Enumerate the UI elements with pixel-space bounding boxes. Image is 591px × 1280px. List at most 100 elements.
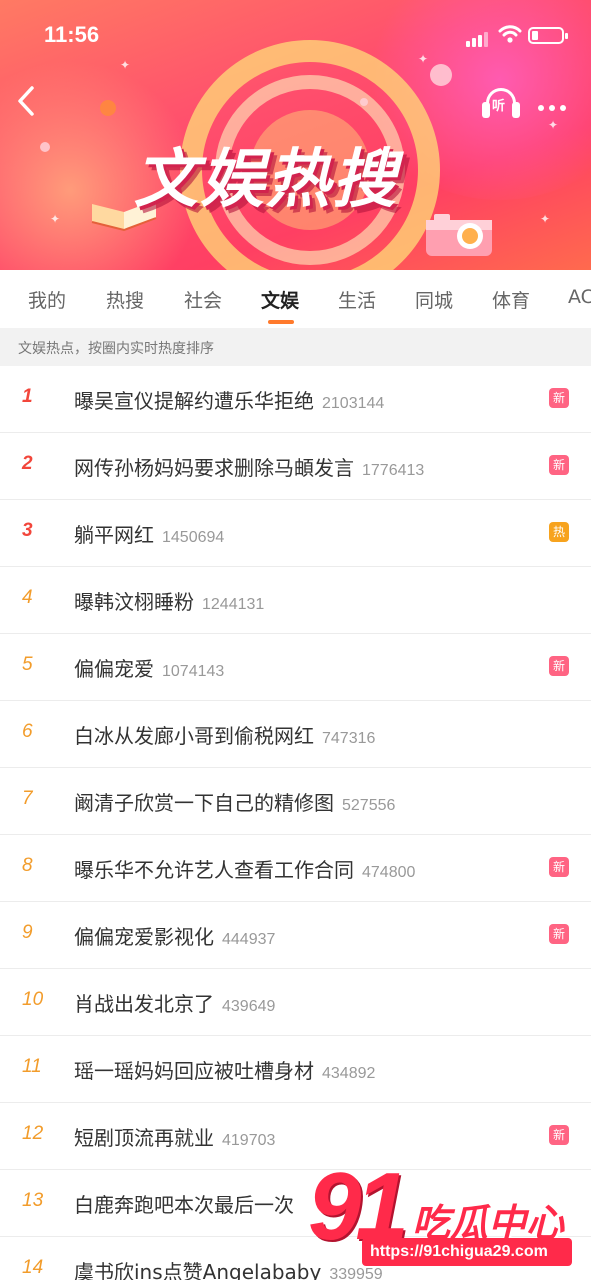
item-text: 曝吴宣仪提解约遭乐华拒绝 2103144 xyxy=(74,385,384,414)
list-item[interactable]: 1 曝吴宣仪提解约遭乐华拒绝 2103144 新 xyxy=(0,366,591,433)
item-title: 曝乐华不允许艺人查看工作合同 xyxy=(74,858,354,882)
rank-number: 1 xyxy=(22,386,33,407)
listen-button[interactable]: 听 xyxy=(482,86,520,120)
tab-mine[interactable]: 我的 xyxy=(28,286,66,313)
hot-badge: 热 xyxy=(549,522,569,542)
list-description: 文娱热点，按圈内实时热度排序 xyxy=(18,341,214,357)
item-title: 网传孙杨妈妈要求删除马頔发言 xyxy=(74,456,354,480)
list-item[interactable]: 4 曝韩汶栩睡粉 1244131 xyxy=(0,567,591,634)
banner-title: 文娱热搜 xyxy=(134,143,398,217)
new-badge: 新 xyxy=(549,857,569,877)
more-dots-icon xyxy=(538,105,544,111)
wifi-icon xyxy=(498,25,522,43)
new-badge: 新 xyxy=(549,924,569,944)
new-badge: 新 xyxy=(549,388,569,408)
new-badge: 新 xyxy=(549,455,569,475)
more-options-button[interactable] xyxy=(538,96,572,111)
rank-number: 14 xyxy=(22,1257,44,1278)
item-text: 白冰从发廊小哥到偷税网红 747316 xyxy=(74,720,375,749)
item-heat-count: 474800 xyxy=(362,864,416,881)
tab-society[interactable]: 社会 xyxy=(184,286,222,313)
item-title: 躺平网红 xyxy=(74,523,154,547)
item-title: 曝韩汶栩睡粉 xyxy=(74,590,194,614)
sparkle-icon: ✦ xyxy=(50,212,61,226)
camera-icon xyxy=(426,214,492,256)
rank-number: 5 xyxy=(22,654,33,675)
new-badge: 新 xyxy=(549,1125,569,1145)
item-heat-count: 747316 xyxy=(322,730,376,747)
item-heat-count: 1244131 xyxy=(202,596,265,613)
item-text: 瑶一瑶妈妈回应被吐槽身材 434892 xyxy=(74,1055,375,1084)
item-title: 偏偏宠爱 xyxy=(74,657,154,681)
rank-number: 12 xyxy=(22,1123,44,1144)
rank-number: 10 xyxy=(22,989,44,1010)
rank-number: 9 xyxy=(22,922,33,943)
banner-dot xyxy=(100,100,116,116)
battery-icon xyxy=(528,27,568,44)
item-title: 白冰从发廊小哥到偷税网红 xyxy=(74,724,314,748)
list-item[interactable]: 5 偏偏宠爱 1074143 新 xyxy=(0,634,591,701)
rank-number: 3 xyxy=(22,520,33,541)
sparkle-icon: ✦ xyxy=(540,212,551,226)
back-button[interactable] xyxy=(12,84,42,118)
category-tabs: 我的 热搜 社会 文娱 生活 同城 体育 AC xyxy=(0,270,591,328)
item-text: 躺平网红 1450694 xyxy=(74,519,224,548)
item-heat-count: 2103144 xyxy=(322,395,385,412)
list-item[interactable]: 8 曝乐华不允许艺人查看工作合同 474800 新 xyxy=(0,835,591,902)
rank-number: 8 xyxy=(22,855,33,876)
cellular-signal-icon xyxy=(466,28,490,47)
item-text: 偏偏宠爱 1074143 xyxy=(74,653,224,682)
tab-life[interactable]: 生活 xyxy=(338,286,376,313)
status-time: 11:56 xyxy=(44,22,100,47)
item-heat-count: 434892 xyxy=(322,1065,376,1082)
list-item[interactable]: 11 瑶一瑶妈妈回应被吐槽身材 434892 xyxy=(0,1036,591,1103)
rank-number: 13 xyxy=(22,1190,44,1211)
item-text: 偏偏宠爱影视化 444937 xyxy=(74,921,275,950)
item-text: 网传孙杨妈妈要求删除马頔发言 1776413 xyxy=(74,452,424,481)
banner-dot xyxy=(360,98,368,106)
tab-local[interactable]: 同城 xyxy=(415,286,453,313)
site-watermark: 91 吃瓜中心 https://91chigua29.com xyxy=(300,1153,591,1280)
list-item[interactable]: 2 网传孙杨妈妈要求删除马頔发言 1776413 新 xyxy=(0,433,591,500)
rank-number: 6 xyxy=(22,721,33,742)
item-title: 偏偏宠爱影视化 xyxy=(74,925,214,949)
item-title: 肖战出发北京了 xyxy=(74,992,214,1016)
item-title: 曝吴宣仪提解约遭乐华拒绝 xyxy=(74,389,314,413)
tab-entertainment[interactable]: 文娱 xyxy=(261,286,299,313)
list-description-bar: 文娱热点，按圈内实时热度排序 xyxy=(0,328,591,366)
item-heat-count: 1776413 xyxy=(362,462,425,479)
item-text: 阚清子欣赏一下自己的精修图 527556 xyxy=(74,787,395,816)
rank-number: 11 xyxy=(22,1056,42,1077)
tab-hot-search[interactable]: 热搜 xyxy=(106,286,144,313)
item-text: 肖战出发北京了 439649 xyxy=(74,988,275,1017)
item-text: 白鹿奔跑吧本次最后一次 xyxy=(74,1189,294,1218)
item-heat-count: 444937 xyxy=(222,931,276,948)
item-text: 曝乐华不允许艺人查看工作合同 474800 xyxy=(74,854,415,883)
rank-number: 4 xyxy=(22,587,33,608)
watermark-url: https://91chigua29.com xyxy=(362,1238,572,1266)
item-heat-count: 1074143 xyxy=(162,663,225,680)
tab-sports[interactable]: 体育 xyxy=(492,286,530,313)
new-badge: 新 xyxy=(549,656,569,676)
rank-number: 7 xyxy=(22,788,33,809)
status-bar: 11:56 xyxy=(0,0,591,70)
header-banner: ✦ ✦ ✦ ✦ ✦ 11:56 听 文娱热搜 xyxy=(0,0,591,270)
list-item[interactable]: 3 躺平网红 1450694 热 xyxy=(0,500,591,567)
active-tab-indicator xyxy=(268,320,294,324)
banner-dot xyxy=(40,142,50,152)
list-item[interactable]: 7 阚清子欣赏一下自己的精修图 527556 xyxy=(0,768,591,835)
sparkle-icon: ✦ xyxy=(548,118,559,132)
item-text: 曝韩汶栩睡粉 1244131 xyxy=(74,586,264,615)
list-item[interactable]: 6 白冰从发廊小哥到偷税网红 747316 xyxy=(0,701,591,768)
item-heat-count: 1450694 xyxy=(162,529,225,546)
hot-search-list: 1 曝吴宣仪提解约遭乐华拒绝 2103144 新 2 网传孙杨妈妈要求删除马頔发言 1776… xyxy=(0,366,591,1280)
rank-number: 2 xyxy=(22,453,33,474)
item-heat-count: 439649 xyxy=(222,998,276,1015)
item-title: 阚清子欣赏一下自己的精修图 xyxy=(74,791,334,815)
list-item[interactable]: 9 偏偏宠爱影视化 444937 新 xyxy=(0,902,591,969)
list-item[interactable]: 10 肖战出发北京了 439649 xyxy=(0,969,591,1036)
item-heat-count: 419703 xyxy=(222,1132,276,1149)
tab-acg[interactable]: AC xyxy=(568,286,591,308)
item-title: 短剧顶流再就业 xyxy=(74,1126,214,1150)
item-title: 瑶一瑶妈妈回应被吐槽身材 xyxy=(74,1059,314,1083)
